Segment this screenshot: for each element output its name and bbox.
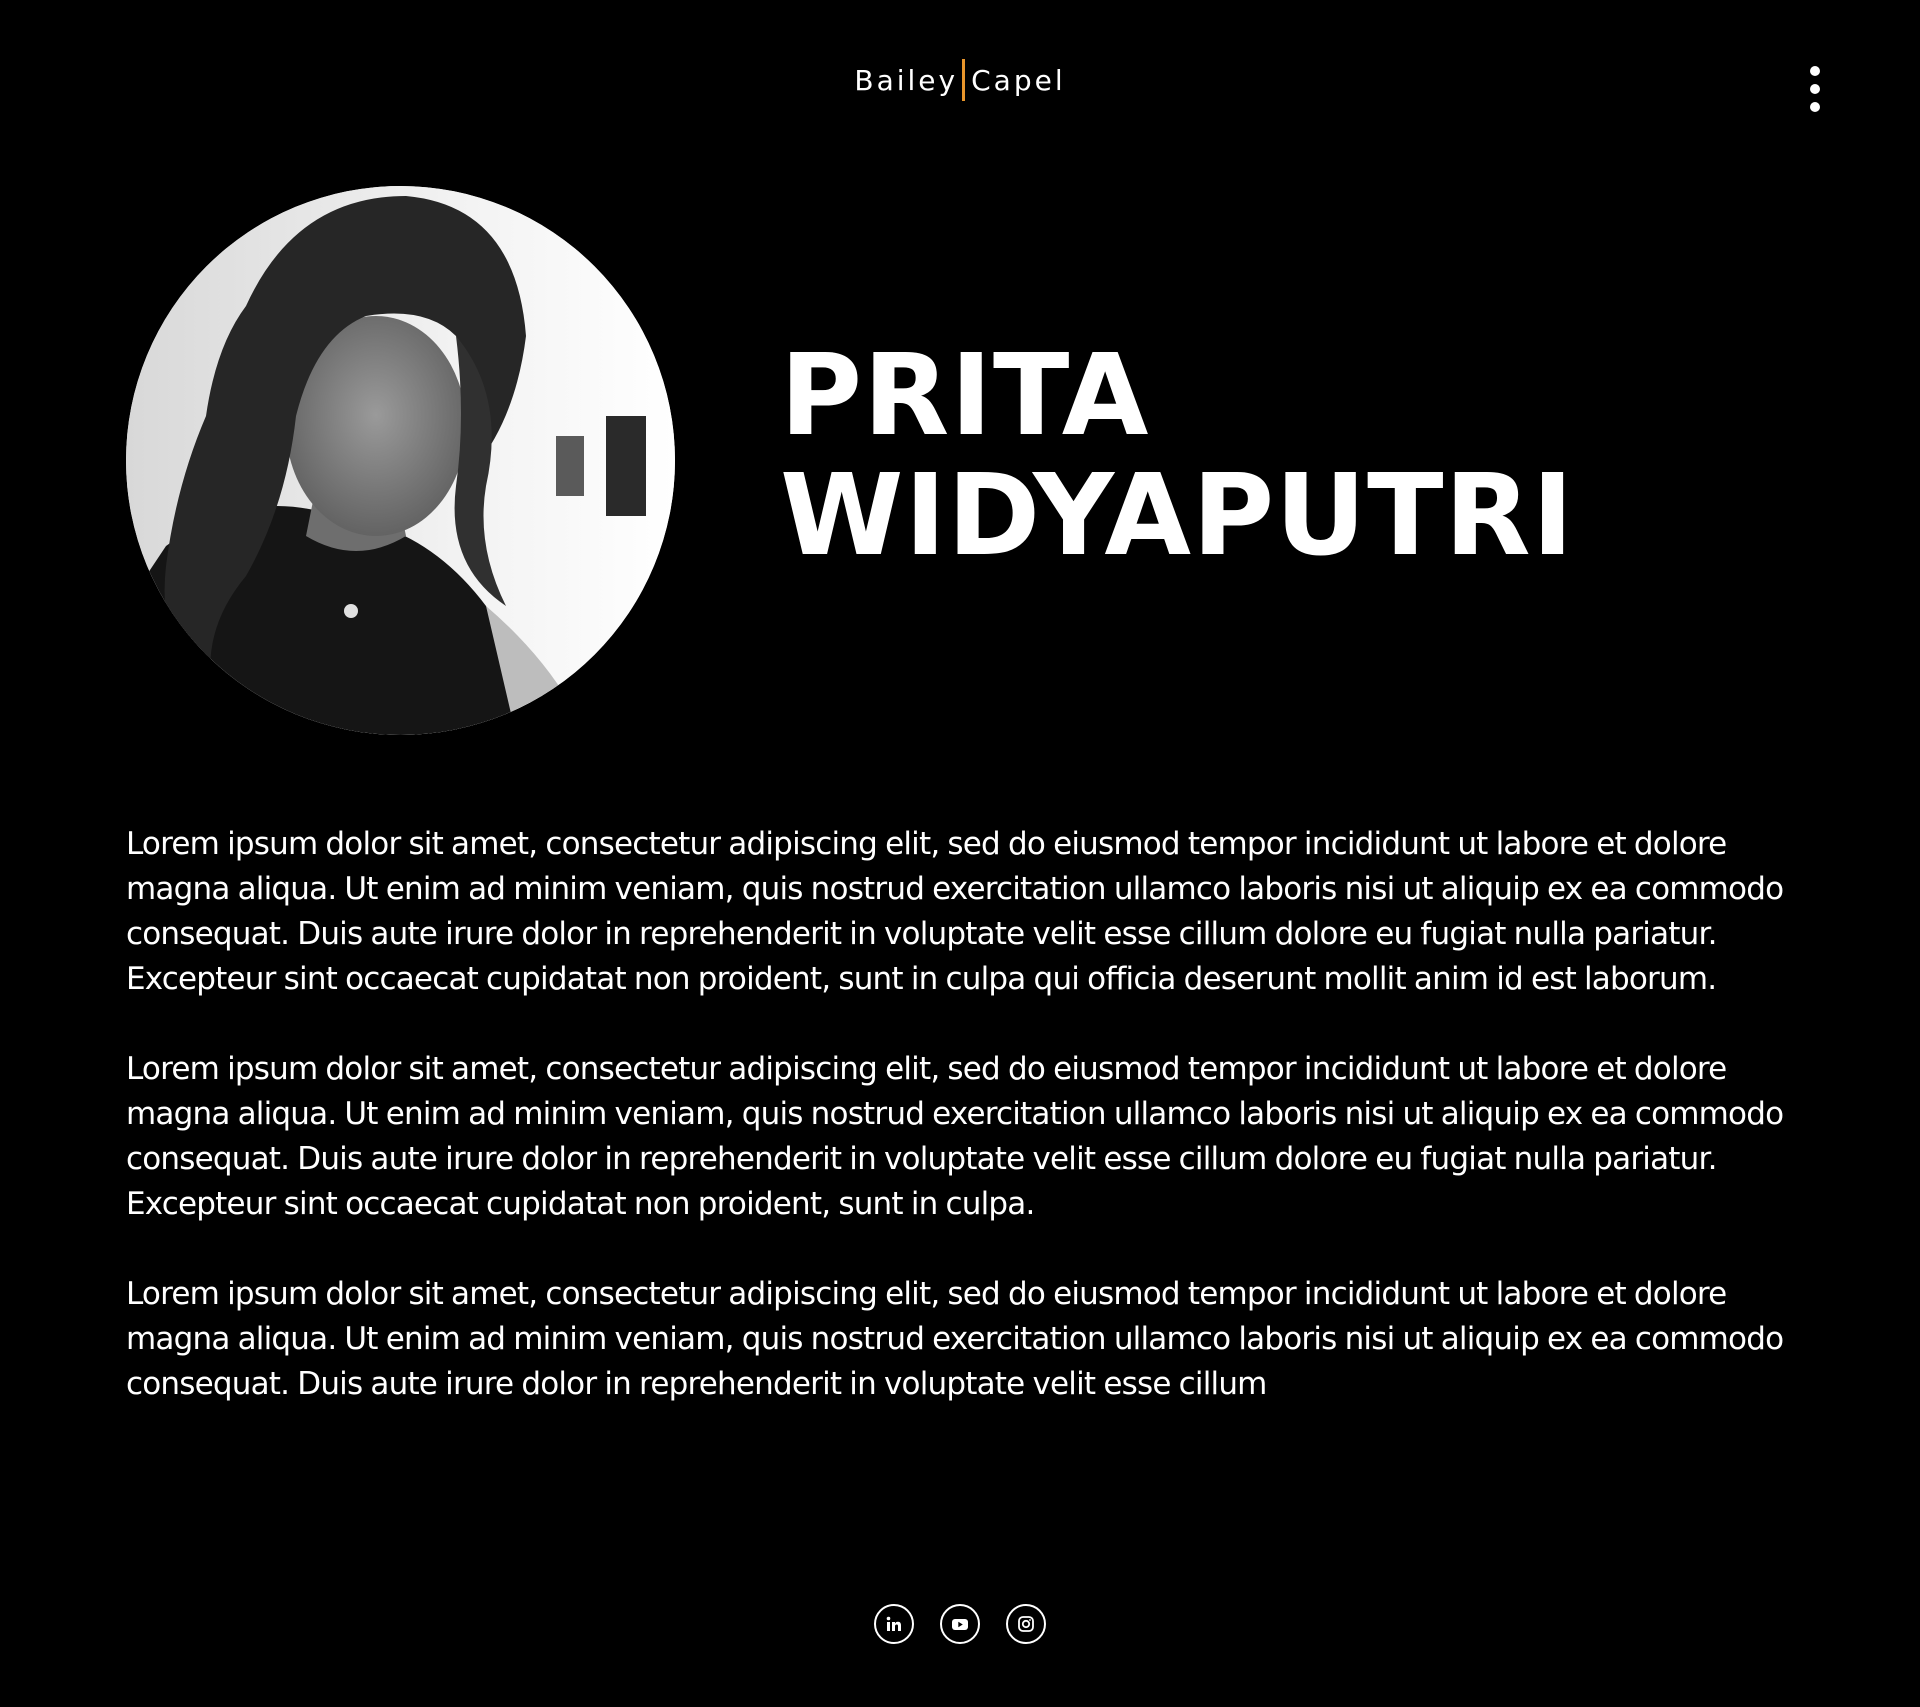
- kebab-menu-icon[interactable]: [1800, 66, 1830, 112]
- instagram-icon[interactable]: [1006, 1604, 1046, 1644]
- menu-dot: [1810, 66, 1820, 76]
- bio-paragraph: Lorem ipsum dolor sit amet, consectetur …: [126, 826, 1784, 997]
- logo-text-right: Capel: [971, 63, 1066, 97]
- first-name: PRITA: [780, 331, 1150, 461]
- menu-dot: [1810, 84, 1820, 94]
- brand-logo[interactable]: Bailey Capel: [0, 58, 1920, 102]
- bio-section: Lorem ipsum dolor sit amet, consectetur …: [126, 822, 1806, 1452]
- bio-paragraph: Lorem ipsum dolor sit amet, consectetur …: [126, 1051, 1784, 1222]
- bio-paragraph: Lorem ipsum dolor sit amet, consectetur …: [126, 1276, 1784, 1402]
- logo-divider: [962, 59, 966, 101]
- linkedin-glyph: [886, 1616, 901, 1631]
- logo-text-left: Bailey: [854, 63, 959, 97]
- person-name: PRITA WIDYAPUTRI: [780, 336, 1574, 576]
- last-name: WIDYAPUTRI: [780, 451, 1575, 581]
- portrait-photo: [126, 186, 675, 735]
- youtube-glyph: [952, 1619, 968, 1630]
- portrait-image: [126, 186, 675, 735]
- instagram-glyph: [1018, 1616, 1034, 1632]
- menu-dot: [1810, 102, 1820, 112]
- linkedin-icon[interactable]: [874, 1604, 914, 1644]
- youtube-icon[interactable]: [940, 1604, 980, 1644]
- social-links: [0, 1604, 1920, 1644]
